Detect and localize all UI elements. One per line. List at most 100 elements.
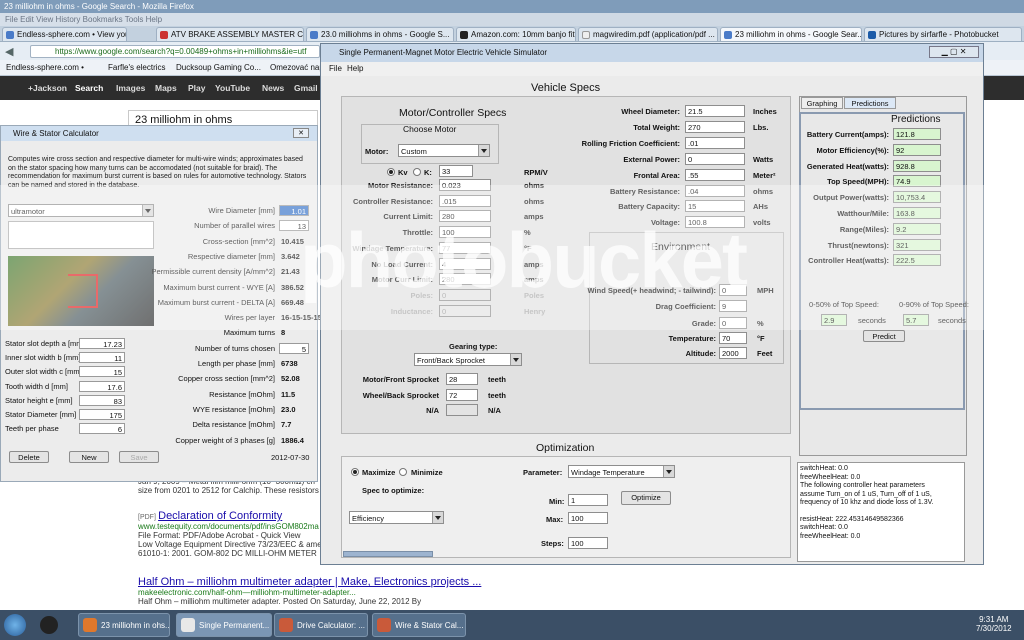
vehicle-field-input[interactable]: .55	[685, 168, 745, 181]
vehicle-field-input[interactable]: 0	[685, 152, 745, 165]
steam-icon[interactable]	[40, 616, 58, 634]
dimension-input[interactable]: 6	[79, 423, 125, 435]
gearing-select[interactable]: Front/Back Sprocket	[414, 353, 522, 366]
env-field-input[interactable]: 2000	[719, 347, 747, 359]
wire-param-value: 1886.4	[281, 435, 304, 445]
vehicle-field-label: External Power:	[623, 154, 680, 164]
wire-param-input[interactable]: 5	[279, 342, 309, 354]
nav-jackson[interactable]: +Jackson	[28, 83, 67, 93]
dimension-input[interactable]: 83	[79, 394, 125, 406]
new-button[interactable]: New	[69, 451, 109, 463]
tab-endless-sphere[interactable]: Endless-sphere.com • View your p...	[2, 27, 127, 41]
bookmark-endless-sphere[interactable]: Endless-sphere.com •	[6, 63, 84, 72]
nav-images[interactable]: Images	[116, 83, 145, 93]
gear-field-input[interactable]: 28	[446, 373, 478, 385]
dimension-input[interactable]: 17.23	[79, 338, 125, 349]
nav-gmail[interactable]: Gmail	[294, 83, 318, 93]
dimension-input[interactable]: 17.6	[79, 380, 125, 392]
tab-magwiredim[interactable]: magwiredim.pdf (application/pdf ...	[578, 27, 718, 41]
wire-param-value: 23.0	[281, 404, 296, 414]
spec-select[interactable]: Efficiency	[349, 511, 444, 524]
nav-news[interactable]: News	[262, 83, 284, 93]
wire-window-title: Wire & Stator Calculator	[1, 126, 317, 141]
min-input[interactable]: 1	[568, 494, 608, 506]
dimension-input[interactable]: 11	[79, 352, 125, 364]
nav-maps[interactable]: Maps	[155, 83, 177, 93]
tab-predictions[interactable]: Predictions	[844, 97, 896, 109]
kv-radio[interactable]	[387, 168, 395, 176]
menu-help[interactable]: Help	[347, 64, 363, 73]
chevron-down-icon	[432, 512, 443, 523]
nav-play[interactable]: Play	[188, 83, 206, 93]
minimize-label: Minimize	[411, 468, 443, 477]
vehicle-field-input[interactable]: 21.5	[685, 105, 745, 117]
kv-input[interactable]: 33	[439, 165, 473, 177]
firefox-title-bar: 23 milliohm in ohms - Google Search - Mo…	[0, 0, 1024, 13]
spec-label: Spec to optimize:	[362, 486, 425, 495]
wire-param-label: Length per phase [mm]	[197, 359, 275, 368]
prediction-label: Generated Heat(watts):	[806, 161, 889, 171]
bookmark-farfle[interactable]: Farfle's electrics	[108, 63, 166, 72]
log-line: switchHeat: 0.0	[800, 465, 848, 472]
task-drive-calculator[interactable]: Drive Calculator: ...	[274, 613, 368, 637]
nav-search[interactable]: Search	[75, 83, 103, 93]
wire-param-label: Resistance [mOhm]	[209, 389, 275, 399]
log-line: assume Turn_on of 1 uS, Turn_off of 1 uS…	[800, 490, 932, 498]
tab-atv-brake[interactable]: ATV BRAKE ASSEMBLY MASTER C...	[156, 27, 304, 41]
dimension-input[interactable]: 175	[79, 409, 125, 420]
url-bar[interactable]: https://www.google.com/search?q=0.00489+…	[30, 45, 320, 58]
close-icon[interactable]: ✕	[293, 128, 309, 138]
task-wire-calculator[interactable]: Wire & Stator Cal...	[372, 613, 466, 637]
task-simulator[interactable]: Single Permanent...	[176, 613, 272, 637]
dimension-label: Stator height e [mm]	[5, 395, 73, 405]
firefox-icon	[83, 618, 97, 632]
windows-taskbar: 23 milliohm in ohs... Single Permanent..…	[0, 610, 1024, 640]
firefox-menu-bar[interactable]: File Edit View History Bookmarks Tools H…	[0, 13, 320, 26]
motor-select[interactable]: Custom	[398, 144, 490, 157]
steps-label: Steps:	[541, 539, 564, 548]
log-output[interactable]: switchHeat: 0.0 freeWheelHeat: 0.0 The fol…	[797, 462, 965, 562]
max-input[interactable]: 100	[568, 512, 608, 524]
gear-field-input[interactable]: 72	[446, 388, 478, 401]
result-title-link[interactable]: Half Ohm – milliohm multimeter adapter |…	[138, 576, 481, 588]
maximize-radio[interactable]	[351, 468, 359, 476]
favicon-icon	[6, 31, 14, 39]
delete-button[interactable]: Delete	[9, 451, 49, 463]
menu-file[interactable]: File	[329, 64, 342, 73]
firefox-tab-strip: Endless-sphere.com • View your p... ATV …	[0, 26, 1024, 42]
clock[interactable]: 9:31 AM 7/30/2012	[976, 615, 1012, 633]
wire-param-value: 7.7	[281, 420, 292, 430]
back-icon[interactable]: ◀	[5, 45, 13, 58]
prediction-value: 92	[893, 143, 941, 156]
prediction-label: Motor Efficiency(%):	[816, 145, 889, 155]
predict-button[interactable]: Predict	[863, 330, 905, 342]
dimension-input[interactable]: 15	[79, 366, 125, 378]
steps-input[interactable]: 100	[568, 537, 608, 549]
vehicle-field-input[interactable]: 270	[685, 120, 745, 133]
max-label: Max:	[546, 515, 564, 524]
start-button[interactable]	[4, 614, 26, 636]
vehicle-field-label: Frontal Area:	[633, 170, 680, 180]
tab-graphing[interactable]: Graphing	[801, 97, 843, 109]
task-firefox[interactable]: 23 milliohm in ohs...	[78, 613, 170, 637]
tab-milliohms-search[interactable]: 23.0 milliohms in ohms - Google S...	[306, 27, 454, 41]
motor-controller-heading: Motor/Controller Specs	[399, 107, 507, 119]
result-title-link[interactable]: Declaration of Conformity	[158, 510, 282, 522]
nav-youtube[interactable]: YouTube	[215, 83, 250, 93]
gear-field-input[interactable]	[446, 404, 478, 416]
save-button[interactable]: Save	[119, 451, 159, 463]
tab-amazon[interactable]: Amazon.com: 10mm banjo fitting ...	[456, 27, 576, 41]
chevron-down-icon	[478, 145, 489, 156]
k-radio[interactable]	[413, 168, 421, 176]
scrollbar-thumb[interactable]	[343, 551, 433, 557]
optimize-button[interactable]: Optimize	[621, 491, 671, 505]
bookmark-ducksoup[interactable]: Ducksoup Gaming Co...	[176, 63, 261, 72]
vehicle-field-input[interactable]: .01	[685, 136, 745, 149]
minimize-radio[interactable]	[399, 468, 407, 476]
env-field-input[interactable]: 70	[719, 332, 747, 344]
parameter-select[interactable]: Windage Temperature	[568, 465, 675, 478]
env-field-label: Altitude:	[685, 349, 716, 358]
tab-current-search[interactable]: 23 milliohm in ohms - Google Sear...	[720, 27, 862, 41]
window-controls[interactable]: ▁ ▢ ✕	[929, 46, 979, 58]
tab-photobucket[interactable]: Pictures by sirfarfle - Photobucket	[864, 27, 1022, 41]
